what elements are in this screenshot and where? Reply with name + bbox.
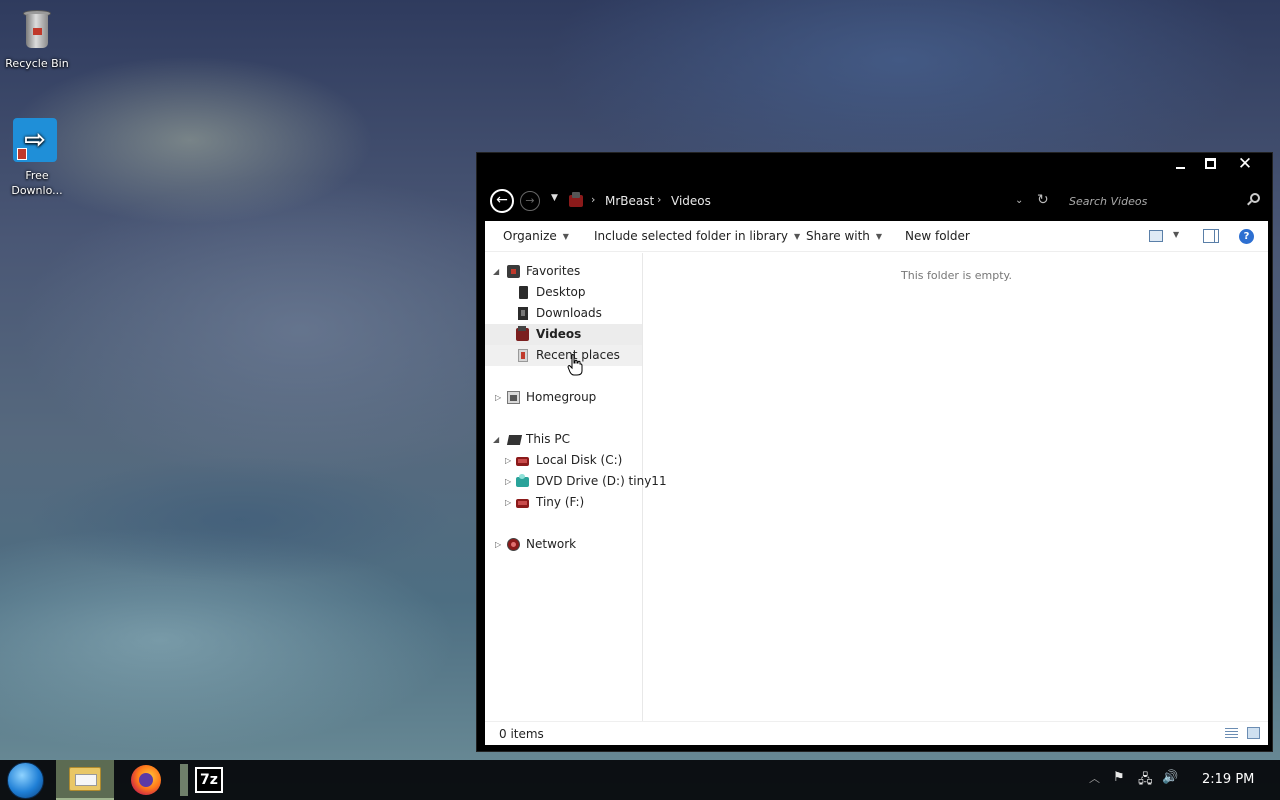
close-button[interactable]: ✕ [1228,153,1262,177]
search-input[interactable] [1069,191,1239,211]
caret-down-icon: ▼ [793,232,801,241]
collapsed-arrow-icon[interactable]: ▷ [495,534,501,555]
videos-icon [516,326,529,341]
change-view-icon[interactable] [1149,230,1163,242]
taskbar-file-explorer[interactable] [56,760,114,800]
back-button[interactable]: ← [490,189,514,213]
nav-videos[interactable]: Videos [485,324,642,345]
details-view-icon[interactable] [1225,728,1238,738]
nav-tiny-f[interactable]: ▷ Tiny (F:) [485,492,642,513]
taskbar-firefox[interactable] [118,760,176,800]
breadcrumb-videos[interactable]: Videos [671,194,711,208]
collapsed-arrow-icon[interactable]: ▷ [505,471,511,492]
desktop-icon-recycle-bin[interactable]: Recycle Bin [0,8,74,71]
new-folder-button[interactable]: New folder [905,229,970,243]
address-history-dropdown[interactable]: ⌄ [1015,195,1023,206]
view-options-dropdown[interactable]: ▼ [1173,230,1179,239]
search-icon[interactable] [1250,193,1260,203]
show-hidden-icons-icon[interactable]: ︿ [1089,770,1100,786]
breadcrumb-mrbeast[interactable]: MrBeast [605,194,654,208]
status-bar: 0 items [485,721,1268,745]
forward-button[interactable]: → [520,191,540,211]
taskbar-separator [180,764,188,796]
desktop-icon [519,286,528,299]
command-bar: Organize ▼ Include selected folder in lib… [485,221,1268,252]
free-downloader-icon: ⇨ [13,118,61,164]
nav-downloads[interactable]: Downloads [485,303,642,324]
start-button[interactable] [7,762,44,799]
7zip-icon: 7z [195,767,223,793]
action-center-flag-icon[interactable]: ⚑ [1113,770,1125,785]
homegroup-icon [507,391,520,404]
favorites-icon [507,265,520,278]
taskbar: 7z ︿ ⚑ 🖧 🔊 2:19 PM [0,760,1280,800]
caret-down-icon: ▼ [562,232,569,241]
search-box [1063,189,1268,213]
nav-this-pc[interactable]: ◢ This PC [485,429,642,450]
clock[interactable]: 2:19 PM [1202,772,1254,787]
expanded-arrow-icon[interactable]: ◢ [493,429,499,450]
collapsed-arrow-icon[interactable]: ▷ [505,450,511,471]
caret-down-icon: ▼ [875,232,883,241]
empty-folder-message: This folder is empty. [901,269,1012,282]
explorer-window: ✕ ← → ▼ › MrBeast › Videos ⌄ ↻ Organize▼… [476,152,1273,752]
minimize-button[interactable] [1163,153,1197,177]
large-icons-view-icon[interactable] [1247,727,1260,739]
address-bar: ← → ▼ › MrBeast › Videos ⌄ ↻ [485,187,1268,215]
desktop-icon-free-downloader[interactable]: ⇨ Free Downlo... [0,118,74,198]
collapsed-arrow-icon[interactable]: ▷ [495,387,501,408]
nav-homegroup[interactable]: ▷ Homegroup [485,387,642,408]
nav-recent-places[interactable]: Recent places [485,345,642,366]
nav-network[interactable]: ▷ Network [485,534,642,555]
include-in-library-button[interactable]: Include selected folder in library ▼ [594,229,800,243]
desktop-icon-label: Recycle Bin [5,57,69,70]
firefox-icon [131,765,161,795]
navigation-pane: ◢ Favorites Desktop Downloads Videos Rec… [485,253,667,721]
chevron-right-icon[interactable]: › [591,193,595,206]
recycle-bin-icon [17,8,57,52]
recent-places-icon [518,349,528,362]
volume-icon[interactable]: 🔊 [1162,770,1178,785]
nav-favorites[interactable]: ◢ Favorites [485,261,642,282]
nav-desktop[interactable]: Desktop [485,282,642,303]
removable-disk-icon [516,499,529,508]
organize-button[interactable]: Organize ▼ [503,229,569,243]
help-icon[interactable]: ? [1239,229,1254,244]
downloads-icon [518,307,528,320]
collapsed-arrow-icon[interactable]: ▷ [505,492,511,513]
content-area: Organize ▼ Include selected folder in lib… [485,221,1268,745]
computer-icon [506,435,523,445]
network-icon [507,538,520,551]
network-tray-icon[interactable]: 🖧 [1138,770,1153,792]
item-count: 0 items [499,727,544,741]
taskbar-7zip[interactable]: 7z [192,760,226,800]
preview-pane-icon[interactable] [1203,229,1219,243]
hard-disk-icon [516,457,529,466]
dvd-drive-icon [516,474,529,487]
recent-locations-dropdown[interactable]: ▼ [551,193,558,203]
chevron-right-icon[interactable]: › [657,193,661,206]
nav-dvd-drive-d[interactable]: ▷ DVD Drive (D:) tiny11 [485,471,667,492]
maximize-button[interactable] [1193,153,1227,177]
expanded-arrow-icon[interactable]: ◢ [493,261,499,282]
title-bar[interactable]: ✕ [477,153,1272,183]
desktop-icon-label: Free Downlo... [11,169,63,197]
library-icon [569,192,583,207]
refresh-icon[interactable]: ↻ [1037,192,1049,208]
folder-icon [69,767,101,791]
nav-local-disk-c[interactable]: ▷ Local Disk (C:) [485,450,642,471]
share-with-button[interactable]: Share with ▼ [806,229,882,243]
